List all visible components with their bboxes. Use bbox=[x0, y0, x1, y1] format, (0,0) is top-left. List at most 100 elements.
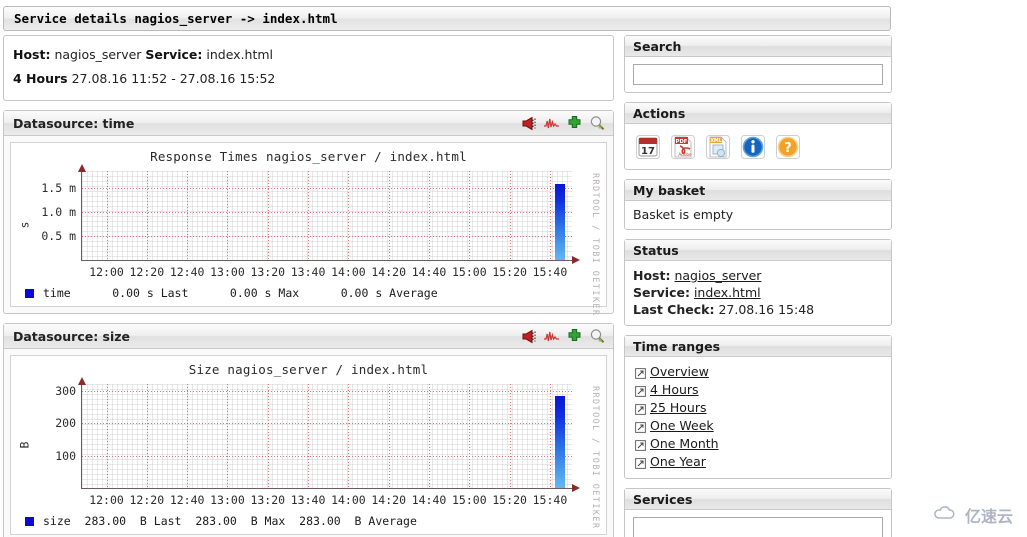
svg-text:XML: XML bbox=[710, 138, 722, 144]
major-gridlines bbox=[82, 171, 572, 260]
x-axis-tick-label: 13:40 bbox=[290, 493, 326, 507]
status-service-line: Service: index.html bbox=[633, 284, 883, 301]
rrd-graph-time[interactable]: Response Times nagios_server / index.htm… bbox=[10, 142, 607, 317]
time-range-link-one-week[interactable]: One Week bbox=[650, 417, 714, 434]
panel-time-ranges: Time ranges Overview 4 Hours 25 Hours On… bbox=[624, 335, 892, 479]
time-range-item[interactable]: 4 Hours bbox=[633, 381, 883, 399]
graph-plot-area-size: 12:00 12:20 12:40 13:00 13:20 13:40 14:00 14:20… bbox=[55, 377, 580, 507]
graph-title-size: Size nagios_server / index.html bbox=[188, 362, 429, 377]
time-range-link-25-hours[interactable]: 25 Hours bbox=[650, 399, 707, 416]
gridline-vertical bbox=[388, 384, 390, 488]
graph-plot-area-time: 12:00 12:20 12:40 13:00 13:20 13:40 14:00 14:20… bbox=[41, 164, 580, 279]
time-range-link-4-hours[interactable]: 4 Hours bbox=[650, 381, 699, 398]
sidebar: Search Actions 17 PDF Adobe XML ? My bas… bbox=[624, 35, 892, 537]
time-range-link-one-year[interactable]: One Year bbox=[650, 453, 706, 470]
calendar-icon[interactable]: 17 bbox=[634, 133, 662, 161]
gridline-vertical bbox=[429, 171, 430, 260]
zoom-icon[interactable] bbox=[589, 115, 606, 132]
services-filter-input[interactable] bbox=[633, 517, 883, 537]
timerange-value: 27.08.16 11:52 - 27.08.16 15:52 bbox=[71, 71, 276, 86]
panel-title-time-ranges: Time ranges bbox=[625, 336, 891, 357]
time-range-item[interactable]: One Month bbox=[633, 435, 883, 453]
x-axis-tick-label: 12:00 bbox=[89, 493, 124, 507]
status-service-link[interactable]: index.html bbox=[694, 285, 761, 300]
time-range-link-one-month[interactable]: One Month bbox=[650, 435, 719, 452]
host-service-line: Host: nagios_server Service: index.html bbox=[13, 43, 604, 67]
rrdtool-watermark-time: RRDTOOL / TOBI OETIKER bbox=[590, 173, 600, 317]
x-axis-tick-label: 15:40 bbox=[532, 265, 568, 279]
service-info-box: Host: nagios_server Service: index.html … bbox=[3, 35, 614, 101]
pdf-icon[interactable]: PDF Adobe bbox=[669, 133, 697, 161]
status-host-link[interactable]: nagios_server bbox=[674, 268, 761, 283]
datasource-title-size: Datasource: size bbox=[13, 328, 131, 344]
x-axis-tick-label: 14:40 bbox=[411, 265, 447, 279]
x-axis-tick-label: 15:20 bbox=[492, 265, 527, 279]
add-icon[interactable] bbox=[566, 115, 583, 132]
time-range-item[interactable]: One Year bbox=[633, 453, 883, 471]
service-label: Service: bbox=[145, 47, 203, 62]
time-range-item[interactable]: 25 Hours bbox=[633, 399, 883, 417]
y-axis-tick-label: 1.0 m bbox=[41, 204, 76, 219]
x-axis-tick-label: 15:40 bbox=[532, 493, 568, 507]
panel-title-status: Status bbox=[625, 240, 891, 261]
status-host-line: Host: nagios_server bbox=[633, 267, 883, 284]
x-axis-tick-label: 12:40 bbox=[169, 493, 205, 507]
x-axis-arrow bbox=[572, 256, 580, 264]
legend-text-size: size 283.00 B Last 283.00 B Max 283.00 B… bbox=[43, 514, 417, 528]
gridline-horizontal bbox=[82, 390, 572, 392]
y-axis-tick-label: 100 bbox=[55, 448, 76, 463]
x-axis-tick-label: 14:20 bbox=[371, 493, 406, 507]
time-range-item[interactable]: One Week bbox=[633, 417, 883, 435]
zoom-icon[interactable] bbox=[589, 328, 606, 345]
time-range-link-overview[interactable]: Overview bbox=[650, 363, 709, 380]
site-watermark: 亿速云 bbox=[934, 503, 1013, 527]
graph-wrap-time: Response Times nagios_server / index.htm… bbox=[4, 136, 613, 317]
svg-text:PDF: PDF bbox=[676, 139, 688, 145]
gridline-vertical bbox=[227, 384, 229, 488]
legend-swatch-size bbox=[25, 516, 34, 526]
x-axis-tick-label: 14:00 bbox=[331, 265, 366, 279]
x-axis-tick-label: 14:00 bbox=[331, 493, 366, 507]
datasource-actions-time bbox=[520, 115, 606, 132]
service-value: index.html bbox=[206, 47, 274, 62]
y-axis-tick-label: 0.5 m bbox=[41, 228, 76, 243]
gridline-vertical bbox=[429, 384, 430, 488]
gridline-vertical bbox=[146, 171, 148, 260]
rrd-graph-size[interactable]: Size nagios_server / index.html B RRDTOO… bbox=[10, 355, 607, 535]
help-icon[interactable]: ? bbox=[774, 133, 802, 161]
panel-body-services-filter bbox=[625, 510, 891, 537]
pulse-icon[interactable] bbox=[543, 328, 560, 345]
major-gridlines bbox=[82, 384, 572, 488]
gridline-vertical bbox=[308, 384, 310, 488]
host-label: Host: bbox=[13, 47, 51, 62]
search-input[interactable] bbox=[633, 64, 883, 85]
y-axis-tick-label: 300 bbox=[55, 383, 76, 398]
megaphone-icon[interactable] bbox=[520, 115, 537, 132]
gridline-horizontal bbox=[82, 455, 572, 457]
datasource-block-time: Datasource: time Response Times nagios_s… bbox=[3, 110, 614, 317]
gridline-vertical bbox=[187, 171, 189, 260]
main-content: Host: nagios_server Service: index.html … bbox=[3, 35, 614, 537]
panel-status: Status Host: nagios_server Service: inde… bbox=[624, 239, 892, 326]
graph-legend-size: size 283.00 B Last 283.00 B Max 283.00 B… bbox=[25, 514, 598, 528]
gridline-vertical bbox=[549, 384, 551, 488]
panel-title-search: Search bbox=[625, 36, 891, 57]
datasource-header-size: Datasource: size bbox=[4, 324, 613, 349]
time-range-item[interactable]: Overview bbox=[633, 363, 883, 381]
y-axis-tick-label: 1.5 m bbox=[41, 180, 76, 195]
external-link-icon bbox=[635, 366, 646, 379]
megaphone-icon[interactable] bbox=[520, 328, 537, 345]
x-axis-tick-label: 13:00 bbox=[210, 493, 245, 507]
gridline-vertical bbox=[509, 384, 511, 488]
panel-title-basket: My basket bbox=[625, 180, 891, 201]
status-host-label: Host: bbox=[633, 268, 671, 283]
info-icon[interactable] bbox=[739, 133, 767, 161]
y-axis-arrow bbox=[78, 164, 86, 172]
chart-bar bbox=[554, 184, 565, 260]
gridline-horizontal bbox=[82, 423, 572, 424]
add-icon[interactable] bbox=[566, 328, 583, 345]
x-axis-tick-label: 15:00 bbox=[452, 265, 487, 279]
gridline-vertical bbox=[106, 171, 108, 260]
pulse-icon[interactable] bbox=[543, 115, 560, 132]
xml-icon[interactable]: XML bbox=[704, 133, 732, 161]
